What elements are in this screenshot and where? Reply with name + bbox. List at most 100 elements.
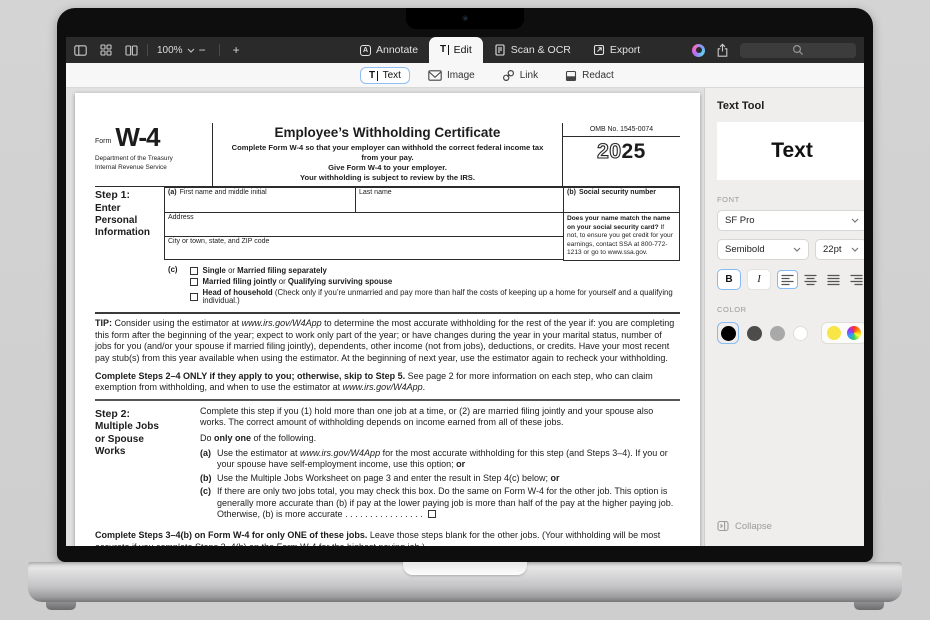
font-family-select[interactable]: SF Pro (717, 210, 864, 231)
share-icon[interactable] (716, 43, 729, 58)
image-icon (428, 70, 442, 81)
edit-text-icon: T (440, 45, 449, 55)
image-tool-button[interactable]: Image (419, 67, 484, 84)
align-left-button[interactable] (777, 270, 798, 289)
link-tool-button[interactable]: Link (493, 66, 547, 85)
laptop-base (28, 562, 902, 602)
thumbnails-icon[interactable] (100, 44, 112, 56)
chevron-down-icon (187, 48, 195, 53)
color-swatch-yellow[interactable] (827, 326, 841, 340)
align-justify-button[interactable] (823, 270, 844, 289)
main-toolbar: 100% − + A Annotate T Edit (66, 37, 864, 63)
edit-tools-toolbar: T Text Image (66, 63, 864, 88)
step2-body: Complete this step if you (1) hold more … (200, 406, 680, 523)
form-title: Employee’s Withholding Certificate (223, 125, 552, 141)
scan-document-icon (494, 44, 506, 56)
color-swatch-black-selected[interactable] (717, 322, 739, 344)
tab-scan-label: Scan & OCR (511, 44, 571, 56)
bold-button[interactable]: B (717, 269, 741, 290)
form-header: Form W-4 Department of the TreasuryInter… (95, 123, 680, 187)
department-lines: Department of the TreasuryInternal Reven… (95, 155, 206, 172)
link-tool-label: Link (520, 70, 538, 81)
last-name-field: Last name (355, 188, 563, 212)
step2-label: Step 2: Multiple Jobs or Spouse Works (95, 406, 200, 523)
export-icon (593, 44, 605, 56)
form-subtitles: Complete Form W-4 so that your employer … (223, 143, 552, 184)
steps-2-4-note: Complete Steps 2–4 ONLY if they apply to… (95, 371, 680, 401)
font-family-value: SF Pro (725, 215, 755, 226)
lid-groove (403, 562, 527, 575)
link-icon (502, 69, 515, 82)
zoom-in-button[interactable]: + (229, 43, 244, 57)
toolbar-right-group (692, 43, 856, 58)
color-swatch-gray[interactable] (770, 326, 785, 341)
alignment-group (777, 270, 864, 289)
desktop-background: 100% − + A Annotate T Edit (0, 0, 930, 620)
color-wheel-icon[interactable] (847, 326, 861, 340)
color-section-label: COLOR (717, 305, 864, 314)
text-tool-icon: T (369, 71, 378, 81)
align-center-button[interactable] (800, 270, 821, 289)
laptop-screen: 100% − + A Annotate T Edit (57, 8, 873, 562)
document-viewer: Form W-4 Department of the TreasuryInter… (66, 88, 704, 546)
sidebar-toggle-icon[interactable] (74, 45, 87, 56)
chevron-down-icon (851, 247, 859, 252)
search-input[interactable] (740, 43, 856, 58)
redact-icon (565, 70, 577, 82)
step2-do-line: Do only one of the following. (200, 433, 680, 444)
annotate-icon: A (360, 45, 371, 56)
ai-assistant-icon[interactable] (692, 44, 705, 57)
font-style-select[interactable]: Semibold (717, 239, 809, 260)
form-word: Form (95, 138, 111, 145)
preview-text: Text (771, 139, 813, 163)
font-size-select[interactable]: 22pt (815, 239, 864, 260)
toolbar-divider (219, 44, 220, 56)
display-notch (406, 8, 524, 29)
tab-edit[interactable]: T Edit (429, 37, 483, 63)
ssn-field: (b)Social security number (564, 188, 679, 213)
italic-button[interactable]: I (747, 269, 771, 290)
name-fields-row: (a)First name and middle initial Last na… (164, 187, 563, 213)
custom-color-group (821, 322, 864, 344)
step2-section: Step 2: Multiple Jobs or Spouse Works Co… (95, 401, 680, 523)
zoom-out-button[interactable]: − (195, 43, 210, 57)
step2-option-b: (b) Use the Multiple Jobs Worksheet on p… (200, 473, 680, 484)
tab-annotate[interactable]: A Annotate (349, 37, 429, 63)
text-style-preview[interactable]: Text (717, 122, 864, 180)
form-id-cell: Form W-4 Department of the TreasuryInter… (95, 123, 212, 186)
color-swatch-white[interactable] (793, 326, 808, 341)
zoom-control[interactable]: 100% (157, 45, 195, 56)
filing-option-single: Single or Married filing separately (190, 267, 680, 276)
c-tag: (c) (168, 265, 178, 274)
filing-status-section: (c) Single or Married filing separately … (95, 261, 680, 314)
checkbox-head-of-household (190, 293, 198, 301)
zoom-level[interactable]: 100% (157, 45, 183, 56)
color-swatches (717, 322, 864, 344)
text-tool-panel: Text Tool Text FONT SF Pro Semibold (704, 88, 864, 546)
tip-paragraph: TIP: Consider using the estimator at www… (95, 318, 680, 364)
redact-tool-button[interactable]: Redact (556, 67, 623, 85)
black-swatch (721, 326, 736, 341)
steps-3-4-note: Complete Steps 3–4(b) on Form W-4 for on… (95, 530, 680, 546)
tab-edit-label: Edit (454, 44, 472, 56)
webcam-dot (462, 15, 468, 21)
tab-scan-ocr[interactable]: Scan & OCR (483, 37, 582, 63)
collapse-panel-button[interactable]: Collapse (717, 520, 772, 532)
tab-export[interactable]: Export (582, 37, 651, 63)
filing-option-head-of-household: Head of household (Check only if you’re … (190, 289, 680, 306)
two-page-view-icon[interactable] (125, 45, 138, 56)
align-right-button[interactable] (846, 270, 864, 289)
pdf-page-w4[interactable]: Form W-4 Department of the TreasuryInter… (75, 93, 700, 546)
filing-option-married-jointly: Married filing jointly or Qualifying sur… (190, 278, 680, 287)
mode-tabs: A Annotate T Edit (349, 37, 651, 63)
step1-right-column: (b)Social security number Does your name… (563, 187, 680, 261)
text-tool-button[interactable]: T Text (360, 67, 410, 84)
form-title-cell: Employee’s Withholding Certificate Compl… (212, 123, 563, 186)
checkbox-two-jobs (428, 510, 436, 518)
search-icon (792, 44, 804, 56)
content-area: Form W-4 Department of the TreasuryInter… (66, 88, 864, 546)
view-controls (74, 44, 138, 56)
color-swatch-dark-gray[interactable] (747, 326, 762, 341)
omb-cell: OMB No. 1545-0074 2025 (563, 123, 680, 186)
address-field: Address (164, 213, 563, 237)
